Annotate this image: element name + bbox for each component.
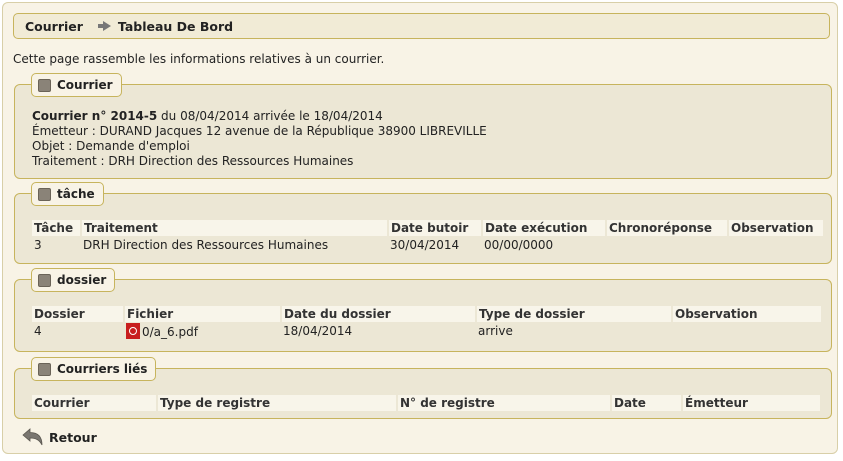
courriers-lies-legend[interactable]: Courriers liés <box>31 357 157 381</box>
square-icon <box>38 187 51 201</box>
col-date-execution: Date exécution <box>482 220 607 236</box>
breadcrumb-root[interactable]: Courrier <box>25 19 83 34</box>
cell-chronoreponse <box>606 236 728 254</box>
cell-date-execution: 00/00/0000 <box>484 238 554 252</box>
table-header-row: Courrier Type de registre N° de registre… <box>32 395 822 411</box>
courriers-lies-table: Courrier Type de registre N° de registre… <box>32 395 822 411</box>
cell-traitement: DRH Direction des Ressources Humaines <box>83 238 329 252</box>
breadcrumb: Courrier Tableau De Bord <box>13 13 830 39</box>
courrier-objet: Objet : Demande d'emploi <box>32 139 190 153</box>
pdf-icon <box>126 323 140 339</box>
arrow-right-icon <box>97 21 111 31</box>
col-chronoreponse: Chronoréponse <box>606 220 729 236</box>
col-type-dossier: Type de dossier <box>476 306 673 322</box>
col-observation: Observation <box>728 220 825 236</box>
col-date-butoir: Date butoir <box>388 220 483 236</box>
col-type-registre: Type de registre <box>157 395 398 411</box>
cell-type-dossier: arrive <box>478 324 513 338</box>
cell-dossier: 4 <box>34 324 42 338</box>
table-row: 4 0/a_6.pdf 18/04/2014 arrive <box>32 322 822 340</box>
table-header-row: Dossier Fichier Date du dossier Type de … <box>32 306 823 322</box>
col-traitement: Traitement <box>81 220 389 236</box>
col-fichier: Fichier <box>124 306 282 322</box>
tache-legend-label: tâche <box>57 187 95 201</box>
courrier-traitement: Traitement : DRH Direction des Ressource… <box>32 154 354 168</box>
retour-button[interactable]: Retour <box>21 427 97 447</box>
courrier-title: Courrier n° 2014-5 du 08/04/2014 arrivée… <box>32 109 487 124</box>
courrier-info: Courrier n° 2014-5 du 08/04/2014 arrivée… <box>32 109 487 169</box>
col-emetteur: Émetteur <box>682 395 822 411</box>
tache-panel: tâche Tâche Traitement Date butoir Date … <box>14 182 832 264</box>
table-row[interactable]: 3 DRH Direction des Ressources Humaines … <box>32 236 824 254</box>
tache-table: Tâche Traitement Date butoir Date exécut… <box>32 220 825 254</box>
tache-legend[interactable]: tâche <box>31 182 104 206</box>
courrier-legend-label: Courrier <box>57 78 113 92</box>
col-tache: Tâche <box>32 220 82 236</box>
square-icon <box>38 362 51 376</box>
col-date: Date <box>611 395 683 411</box>
courrier-emetteur: Émetteur : DURAND Jacques 12 avenue de l… <box>32 124 487 138</box>
file-link[interactable]: 0/a_6.pdf <box>142 325 198 339</box>
courriers-lies-legend-label: Courriers liés <box>57 362 148 376</box>
square-icon <box>38 78 51 92</box>
courrier-panel: Courrier Courrier n° 2014-5 du 08/04/201… <box>14 73 832 179</box>
dossier-panel: dossier Dossier Fichier Date du dossier … <box>14 268 832 352</box>
cell-fichier[interactable]: 0/a_6.pdf <box>124 322 281 340</box>
intro-text: Cette page rassemble les informations re… <box>13 52 385 66</box>
cell-observation <box>728 236 824 254</box>
col-dossier: Dossier <box>32 306 125 322</box>
col-courrier: Courrier <box>32 395 158 411</box>
courriers-lies-panel: Courriers liés Courrier Type de registre… <box>14 357 832 419</box>
courrier-dates: du 08/04/2014 arrivée le 18/04/2014 <box>157 109 383 123</box>
square-icon <box>38 273 51 287</box>
cell-observation <box>672 322 822 340</box>
dossier-table: Dossier Fichier Date du dossier Type de … <box>32 306 823 340</box>
breadcrumb-current: Tableau De Bord <box>117 18 234 34</box>
dossier-legend-label: dossier <box>57 273 107 287</box>
page-container: Courrier Tableau De Bord Cette page rass… <box>2 2 838 454</box>
col-numero-registre: N° de registre <box>397 395 612 411</box>
dossier-legend[interactable]: dossier <box>31 268 116 292</box>
courrier-number: Courrier n° 2014-5 <box>32 109 158 123</box>
courrier-legend[interactable]: Courrier <box>31 73 122 97</box>
cell-date-dossier: 18/04/2014 <box>283 324 353 338</box>
retour-label: Retour <box>49 429 97 445</box>
cell-tache: 3 <box>34 238 42 252</box>
col-observation: Observation <box>672 306 823 322</box>
table-header-row: Tâche Traitement Date butoir Date exécut… <box>32 220 825 236</box>
cell-date-butoir: 30/04/2014 <box>390 238 460 252</box>
back-arrow-icon <box>22 428 43 446</box>
col-date-dossier: Date du dossier <box>281 306 477 322</box>
